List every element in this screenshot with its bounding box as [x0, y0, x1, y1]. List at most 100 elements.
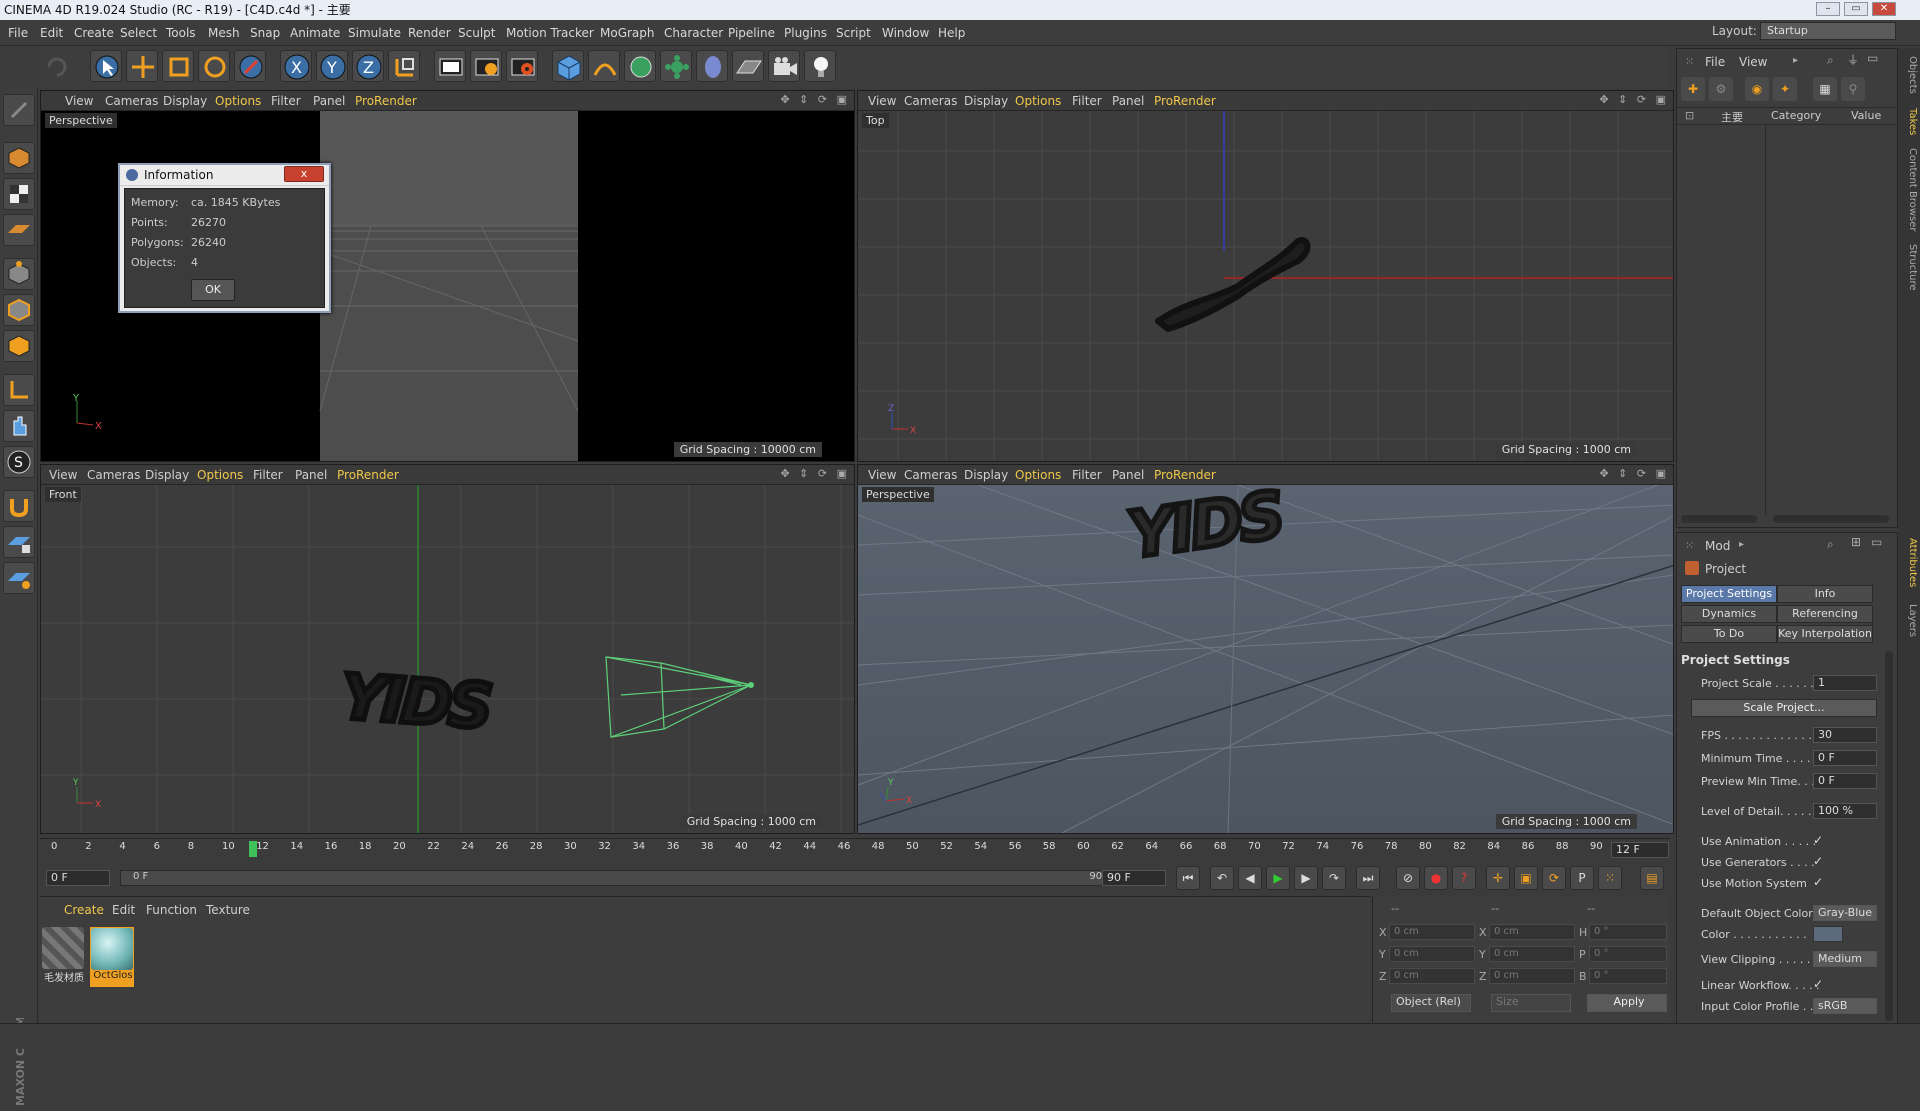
attr-scrollbar[interactable]: [1885, 651, 1893, 1021]
coord-mode-select[interactable]: Object (Rel): [1391, 994, 1471, 1012]
vp-menu-display[interactable]: Display: [145, 468, 189, 482]
goto-end-icon[interactable]: ⏭: [1356, 866, 1380, 890]
move-icon[interactable]: [126, 50, 158, 82]
next-frame-icon[interactable]: ▶: [1294, 866, 1318, 890]
scale-project-button[interactable]: Scale Project...: [1691, 699, 1877, 717]
dialog-title-bar[interactable]: Information x: [120, 165, 329, 186]
vp-menu-prorender[interactable]: ProRender: [337, 468, 399, 482]
cube-icon[interactable]: [552, 50, 584, 82]
vp-menu-filter[interactable]: Filter: [253, 468, 283, 482]
obj-menu-view[interactable]: View: [1739, 55, 1767, 69]
close-window-button[interactable]: ✕: [1872, 2, 1896, 16]
tab-key-interpolation[interactable]: Key Interpolation: [1777, 625, 1873, 643]
menu-simulate[interactable]: Simulate: [348, 26, 401, 40]
menu-create[interactable]: Create: [74, 26, 114, 40]
timeline-window-icon[interactable]: ▤: [1640, 866, 1664, 890]
panel-layout-icon[interactable]: ▭: [1867, 51, 1878, 65]
render-view-icon[interactable]: [434, 50, 466, 82]
light-icon[interactable]: [804, 50, 836, 82]
points-mode-icon[interactable]: [3, 258, 35, 290]
side-tab-structure[interactable]: Structure: [1900, 244, 1918, 291]
edges-mode-icon[interactable]: [3, 294, 35, 326]
viewport-bottom-right[interactable]: View Cameras Display Options Filter Pane…: [857, 464, 1674, 834]
panel-layout-icon[interactable]: ▭: [1871, 535, 1882, 549]
tab-project-settings[interactable]: Project Settings: [1681, 585, 1777, 603]
viewport-canvas[interactable]: Top ZX Grid Spacing : 1000 cm: [858, 111, 1673, 461]
key-parameter-icon[interactable]: P: [1570, 866, 1594, 890]
menu-window[interactable]: Window: [882, 26, 929, 40]
menu-snap[interactable]: Snap: [250, 26, 280, 40]
key-pla-icon[interactable]: ⁙: [1598, 866, 1622, 890]
mat-menu-function[interactable]: Function: [146, 903, 197, 917]
vp-menu-display[interactable]: Display: [964, 468, 1008, 482]
vp-menu-options[interactable]: Options: [215, 94, 261, 108]
material-swatch[interactable]: 毛发材质: [42, 927, 86, 987]
view-clipping-select[interactable]: Medium: [1813, 951, 1877, 967]
column-value[interactable]: Value: [1851, 109, 1881, 122]
override-icon[interactable]: ◉: [1745, 77, 1769, 101]
timeline-ruler[interactable]: 0 2 4 6 8 10 12 14 16 18 20 22 24 26 28 30 32 34 36 38 40 42 4…: [40, 839, 1610, 861]
coord-apply-button[interactable]: Apply: [1587, 994, 1667, 1012]
floor-icon[interactable]: [732, 50, 764, 82]
play-icon[interactable]: ▶: [1266, 866, 1290, 890]
vp-menu-panel[interactable]: Panel: [295, 468, 327, 482]
coord-size-x-field[interactable]: 0 cm: [1489, 924, 1575, 940]
menu-motion-tracker[interactable]: Motion Tracker: [506, 26, 594, 40]
workplane-mode-icon[interactable]: [3, 214, 35, 246]
vp-menu-panel[interactable]: Panel: [1112, 94, 1144, 108]
h-scrollbar-right[interactable]: [1773, 515, 1889, 523]
menu-mesh[interactable]: Mesh: [208, 26, 240, 40]
viewport-nav-icons[interactable]: ✥ ⇕ ⟳ ▣: [780, 467, 850, 480]
viewport-bottom-left[interactable]: View Cameras Display Options Filter Pane…: [40, 464, 855, 834]
dialog-close-button[interactable]: x: [284, 166, 324, 182]
search-icon[interactable]: ⌕: [1827, 537, 1834, 552]
coord-size-z-field[interactable]: 0 cm: [1489, 968, 1575, 984]
range-slider[interactable]: 0 F 90 F: [120, 870, 1132, 886]
current-frame-field[interactable]: 12 F: [1611, 842, 1669, 858]
material-swatch-selected[interactable]: OctGlos: [90, 927, 134, 987]
snap-icon[interactable]: [3, 490, 35, 522]
tab-referencing[interactable]: Referencing: [1777, 605, 1873, 623]
viewport-canvas[interactable]: YIDS Perspective YX Grid Spacing : 1000 …: [858, 476, 1673, 833]
fps-field[interactable]: 30: [1813, 727, 1877, 743]
prev-frame-icon[interactable]: ◀: [1238, 866, 1262, 890]
minimum-time-field[interactable]: 0 F: [1813, 750, 1877, 766]
coord-size-select[interactable]: Size: [1491, 994, 1571, 1012]
menu-sculpt[interactable]: Sculpt: [458, 26, 495, 40]
auto-take-icon[interactable]: ✦: [1773, 77, 1797, 101]
key-position-icon[interactable]: ✛: [1486, 866, 1510, 890]
render-take-icon[interactable]: ▦: [1813, 77, 1837, 101]
key-rotation-icon[interactable]: ⟳: [1542, 866, 1566, 890]
camera-icon[interactable]: [768, 50, 800, 82]
viewport-nav-icons[interactable]: ✥ ⇕ ⟳ ▣: [1599, 93, 1669, 106]
side-tab-content-browser[interactable]: Content Browser: [1900, 148, 1918, 231]
lock-icon[interactable]: ⊞: [1851, 535, 1861, 549]
timeline[interactable]: 0 2 4 6 8 10 12 14 16 18 20 22 24 26 28 30 32 34 36 38 40 42 4…: [40, 838, 1670, 860]
vp-menu-filter[interactable]: Filter: [1072, 94, 1102, 108]
vp-menu-view[interactable]: View: [868, 468, 896, 482]
expand-arrow-icon[interactable]: ▸: [1793, 55, 1798, 66]
vp-menu-filter[interactable]: Filter: [271, 94, 301, 108]
vp-menu-view[interactable]: View: [65, 94, 93, 108]
menu-animate[interactable]: Animate: [290, 26, 340, 40]
side-tab-layers[interactable]: Layers: [1900, 604, 1918, 637]
viewport-canvas[interactable]: YIDS Front YX Grid Spacing : 1000 cm: [41, 485, 854, 833]
coord-rot-h-field[interactable]: 0 °: [1589, 924, 1667, 940]
scene-text-front[interactable]: YIDS: [336, 657, 494, 745]
autokey-icon[interactable]: ●: [1424, 866, 1448, 890]
y-axis-icon[interactable]: Y: [316, 50, 348, 82]
menu-render[interactable]: Render: [408, 26, 451, 40]
pin-icon[interactable]: ⏚: [1847, 51, 1859, 68]
vp-menu-view[interactable]: View: [49, 468, 77, 482]
search-icon[interactable]: ⌕: [1827, 53, 1834, 68]
deformer-icon[interactable]: [696, 50, 728, 82]
polygons-mode-icon[interactable]: [3, 330, 35, 362]
linear-workflow-checkbox[interactable]: ✓: [1813, 977, 1823, 991]
vp-menu-display[interactable]: Display: [964, 94, 1008, 108]
solo-icon[interactable]: S: [3, 446, 35, 478]
vp-menu-options[interactable]: Options: [1015, 94, 1061, 108]
prev-key-icon[interactable]: ↶: [1210, 866, 1234, 890]
live-selection-icon[interactable]: [90, 50, 122, 82]
menu-script[interactable]: Script: [836, 26, 871, 40]
tab-to-do[interactable]: To Do: [1681, 625, 1777, 643]
